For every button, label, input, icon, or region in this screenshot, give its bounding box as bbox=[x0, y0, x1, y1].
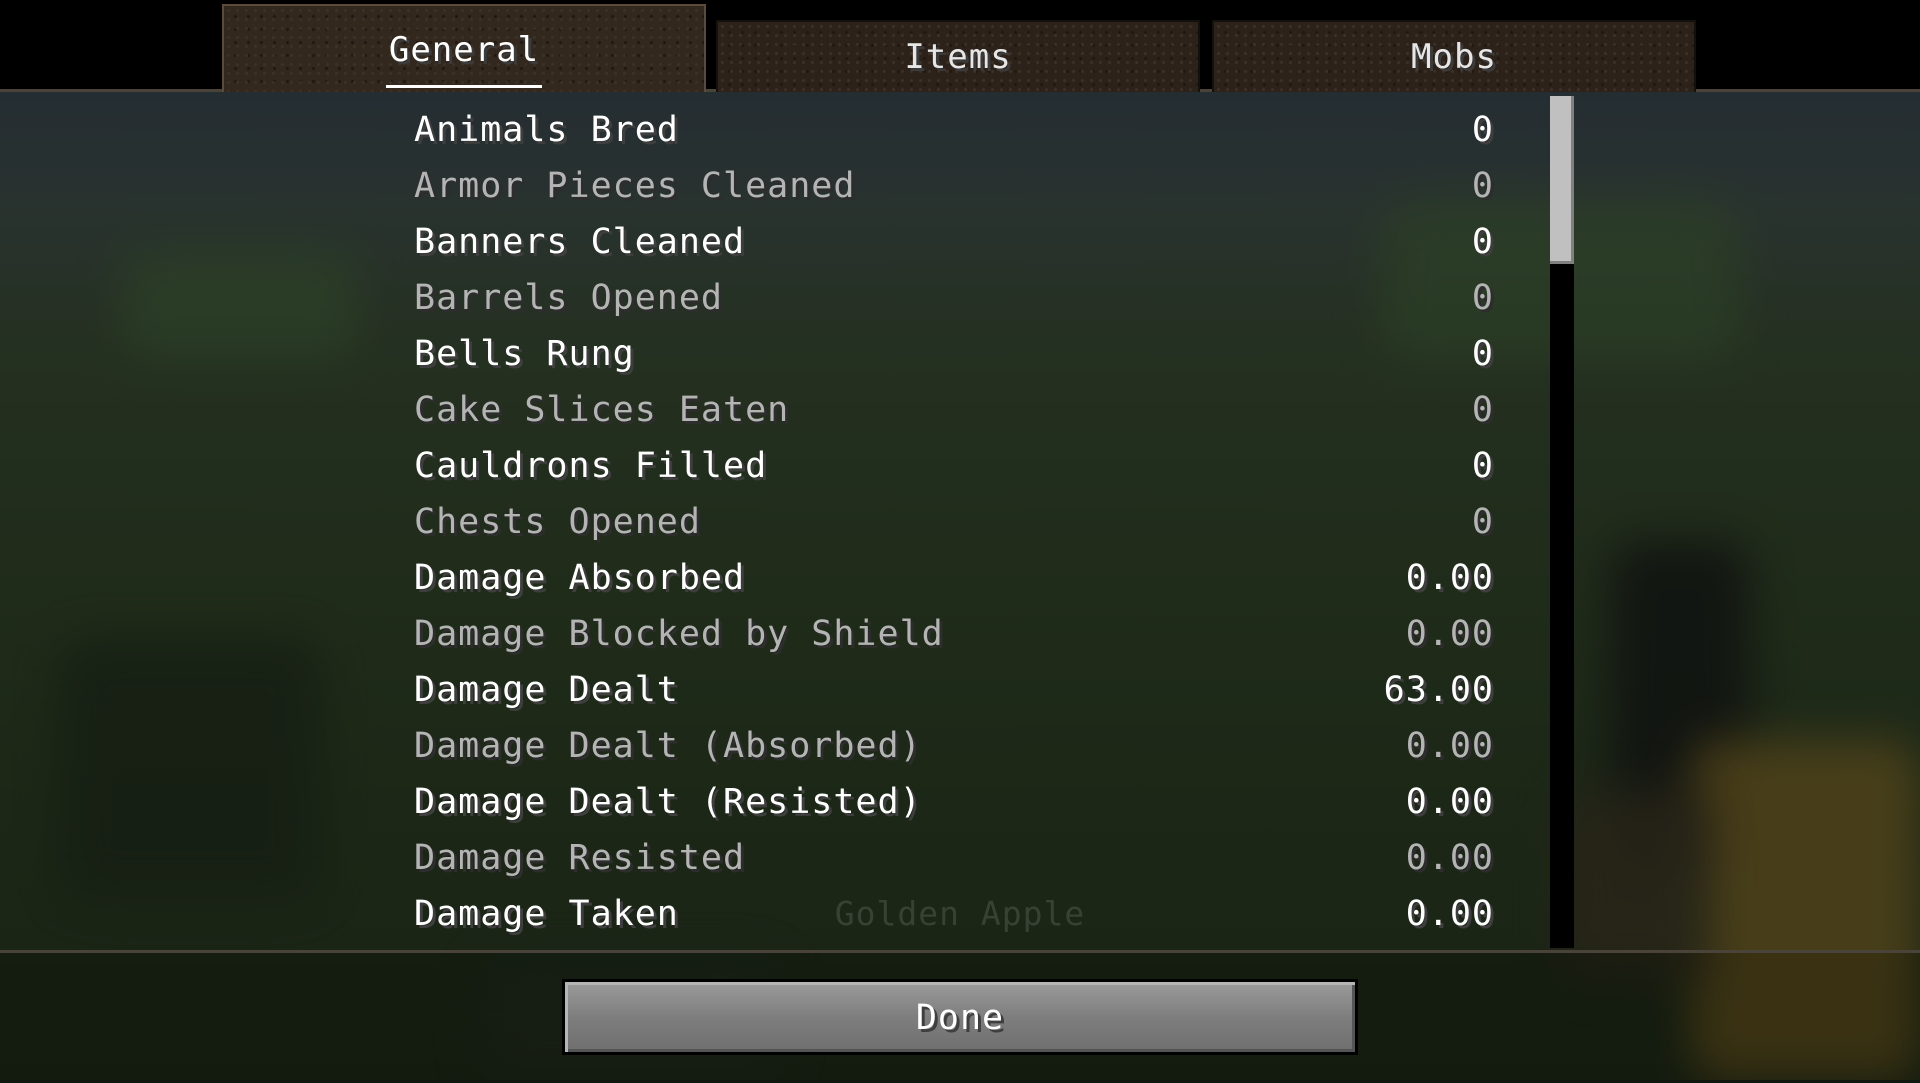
scrollbar-thumb[interactable] bbox=[1550, 96, 1574, 264]
done-button[interactable]: Done bbox=[562, 979, 1358, 1055]
statistics-list[interactable]: Animals Bred 0 Armor Pieces Cleaned 0 Ba… bbox=[0, 92, 1920, 950]
stat-row: Damage Dealt 63.00 bbox=[414, 662, 1494, 718]
stat-value: 63.00 bbox=[1383, 670, 1494, 710]
tab-bar: General Items Mobs bbox=[0, 0, 1920, 92]
stat-row: Banners Cleaned 0 bbox=[414, 214, 1494, 270]
stat-name: Armor Pieces Cleaned bbox=[414, 166, 856, 206]
stat-row: Armor Pieces Cleaned 0 bbox=[414, 158, 1494, 214]
scrollbar-track[interactable] bbox=[1550, 96, 1574, 948]
background-item-tooltip: Golden Apple bbox=[834, 894, 1086, 933]
stat-row: Animals Bred 0 bbox=[414, 102, 1494, 158]
stat-name: Damage Dealt (Resisted) bbox=[414, 782, 922, 822]
stat-row: Bells Rung 0 bbox=[414, 326, 1494, 382]
stat-name: Damage Resisted bbox=[414, 838, 746, 878]
stat-name: Animals Bred bbox=[414, 110, 679, 150]
stat-row: Damage Dealt (Resisted) 0.00 bbox=[414, 774, 1494, 830]
stat-value: 0 bbox=[1471, 390, 1494, 430]
stat-row: Chests Opened 0 bbox=[414, 494, 1494, 550]
stat-name: Banners Cleaned bbox=[414, 222, 746, 262]
stat-value: 0.00 bbox=[1405, 726, 1494, 766]
stat-value: 0 bbox=[1471, 334, 1494, 374]
stat-name: Damage Dealt (Absorbed) bbox=[414, 726, 922, 766]
stat-name: Damage Absorbed bbox=[414, 558, 746, 598]
stat-value: 0.00 bbox=[1405, 782, 1494, 822]
stat-name: Bells Rung bbox=[414, 334, 635, 374]
stat-value: 0 bbox=[1471, 222, 1494, 262]
stat-row: Damage Dealt (Absorbed) 0.00 bbox=[414, 718, 1494, 774]
stat-row: Damage Absorbed 0.00 bbox=[414, 550, 1494, 606]
stat-value: 0 bbox=[1471, 166, 1494, 206]
stat-value: 0 bbox=[1471, 446, 1494, 486]
stat-name: Cake Slices Eaten bbox=[414, 390, 790, 430]
tab-mobs[interactable]: Mobs bbox=[1212, 20, 1696, 92]
stat-value: 0.00 bbox=[1405, 614, 1494, 654]
stat-row: Damage Resisted 0.00 bbox=[414, 830, 1494, 886]
stat-value: 0.00 bbox=[1405, 558, 1494, 598]
tab-general-label: General bbox=[388, 30, 540, 70]
stat-value: 0 bbox=[1471, 110, 1494, 150]
stat-name: Damage Dealt bbox=[414, 670, 679, 710]
stat-row: Barrels Opened 0 bbox=[414, 270, 1494, 326]
stat-value: 0.00 bbox=[1405, 838, 1494, 878]
tab-items-label: Items bbox=[904, 37, 1012, 77]
stat-name: Cauldrons Filled bbox=[414, 446, 768, 486]
stat-name: Barrels Opened bbox=[414, 278, 724, 318]
tab-items[interactable]: Items bbox=[716, 20, 1200, 92]
stat-row: Cake Slices Eaten 0 bbox=[414, 382, 1494, 438]
active-tab-underline bbox=[386, 85, 542, 88]
stat-value: 0 bbox=[1471, 502, 1494, 542]
tab-general[interactable]: General bbox=[222, 4, 706, 92]
stat-name: Chests Opened bbox=[414, 502, 701, 542]
tab-mobs-label: Mobs bbox=[1411, 37, 1497, 77]
stat-name: Damage Blocked by Shield bbox=[414, 614, 944, 654]
stat-row: Damage Blocked by Shield 0.00 bbox=[414, 606, 1494, 662]
bottom-bar: Done bbox=[0, 950, 1920, 1083]
stat-row: Cauldrons Filled 0 bbox=[414, 438, 1494, 494]
stat-value: 0 bbox=[1471, 278, 1494, 318]
